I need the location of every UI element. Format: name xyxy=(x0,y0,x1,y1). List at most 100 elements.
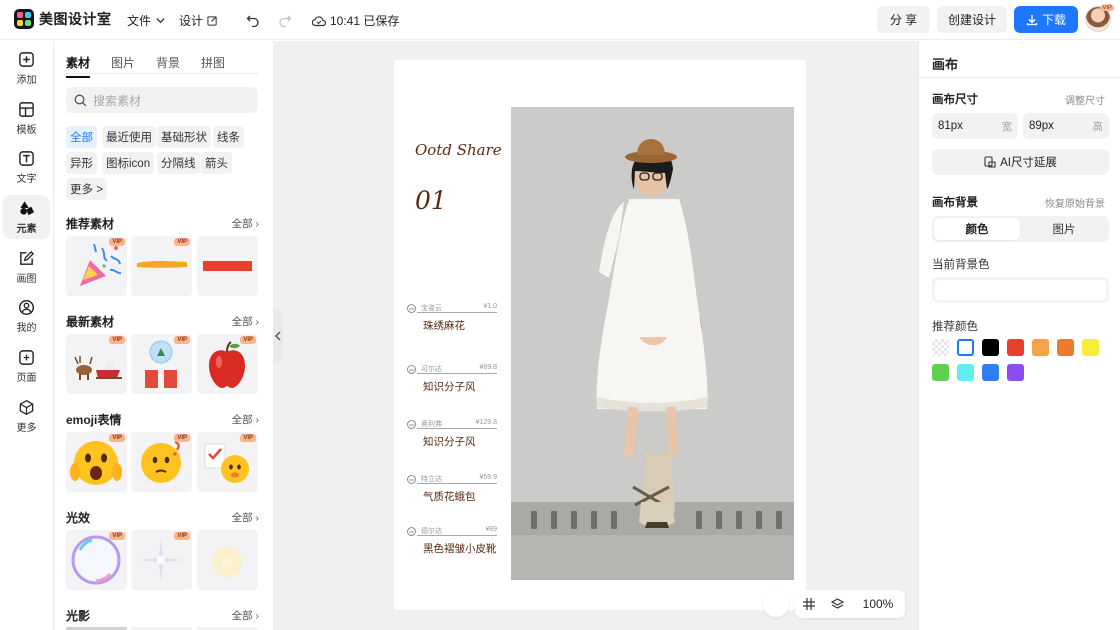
asset-thumb-sparkle[interactable]: VIP xyxy=(131,530,192,590)
section-header: 光影 全部 › xyxy=(66,607,259,624)
hanger-icon xyxy=(407,304,416,313)
item-underline xyxy=(417,312,497,313)
seg-color[interactable]: 颜色 xyxy=(934,218,1020,240)
adjust-size-link[interactable]: 调整尺寸 xyxy=(1065,92,1105,107)
text-icon xyxy=(18,150,35,167)
nav-item-mine[interactable]: 我的 xyxy=(3,294,50,338)
ootd-heading[interactable]: Ootd Share xyxy=(415,141,502,159)
asset-thumb-party-popper[interactable]: VIP xyxy=(66,236,127,296)
swatch-green[interactable] xyxy=(932,364,949,381)
asset-thumb-emoji-shocked[interactable]: VIP xyxy=(66,432,127,492)
collapse-panel-button[interactable] xyxy=(273,308,283,364)
swatch-transparent[interactable] xyxy=(932,339,949,356)
nav-item-add[interactable]: 添加 xyxy=(3,46,50,90)
create-design-label: 创建设计 xyxy=(948,11,996,28)
chip-more[interactable]: 更多 > xyxy=(66,178,107,200)
chip-lines[interactable]: 线条 xyxy=(213,126,244,148)
help-bubble[interactable] xyxy=(763,591,789,617)
swatch-white[interactable] xyxy=(957,339,974,356)
app-logo[interactable]: 美图设计室 xyxy=(14,9,112,29)
redo-button[interactable] xyxy=(276,11,294,29)
undo-icon xyxy=(246,13,260,27)
nav-label: 元素 xyxy=(17,220,37,235)
ai-extend-button[interactable]: AI尺寸延展 xyxy=(932,149,1109,175)
chip-basic-shapes[interactable]: 基础形状 xyxy=(157,126,211,148)
swatch-light-orange[interactable] xyxy=(1032,339,1049,356)
section-all-link[interactable]: 全部 › xyxy=(232,510,259,525)
vip-badge: VIP xyxy=(174,434,190,442)
swatch-blue[interactable] xyxy=(982,364,999,381)
tab-materials[interactable]: 素材 xyxy=(66,54,90,78)
logo-mark-icon xyxy=(14,9,34,29)
chip-recent[interactable]: 最近使用 xyxy=(102,126,156,148)
hanger-icon xyxy=(407,475,416,484)
ootd-number[interactable]: 01 xyxy=(415,186,447,215)
swatch-cyan[interactable] xyxy=(957,364,974,381)
chip-all[interactable]: 全部 xyxy=(66,126,97,148)
file-menu[interactable]: 文件 xyxy=(127,12,166,29)
item-price: ¥129.8 xyxy=(476,419,497,426)
chip-dividers[interactable]: 分隔线 xyxy=(157,152,200,174)
swatch-red[interactable] xyxy=(1007,339,1024,356)
section-header: 最新素材 全部 › xyxy=(66,313,259,330)
ai-resize-icon xyxy=(984,156,996,168)
section-all-link[interactable]: 全部 › xyxy=(232,314,259,329)
nav-item-template[interactable]: 模板 xyxy=(3,96,50,140)
download-button[interactable]: 下载 xyxy=(1014,6,1078,33)
swatch-yellow[interactable] xyxy=(1082,339,1099,356)
tab-images[interactable]: 图片 xyxy=(111,54,135,78)
ai-extend-label: AI尺寸延展 xyxy=(1000,154,1057,170)
height-field[interactable]: 89px 高 xyxy=(1023,113,1109,139)
asset-thumb-bubble[interactable]: VIP xyxy=(66,530,127,590)
asset-thumb-emoji-check[interactable]: VIP xyxy=(197,432,258,492)
chip-irregular[interactable]: 异形 xyxy=(66,152,97,174)
chip-icons[interactable]: 图标icon xyxy=(102,152,154,174)
item-underline xyxy=(417,428,497,429)
asset-thumb-brush-stroke[interactable]: VIP xyxy=(131,236,192,296)
page-add-icon xyxy=(18,349,35,366)
create-design-button[interactable]: 创建设计 xyxy=(937,6,1007,33)
undo-button[interactable] xyxy=(244,11,262,29)
asset-thumb-sleigh[interactable]: VIP xyxy=(66,334,127,394)
zoom-level[interactable]: 100% xyxy=(851,597,905,611)
width-field[interactable]: 81px 宽 xyxy=(932,113,1018,139)
item-price: ¥89 xyxy=(485,526,497,533)
swatch-black[interactable] xyxy=(982,339,999,356)
asset-thumb-glow[interactable] xyxy=(197,530,258,590)
fashion-photo[interactable] xyxy=(511,107,794,580)
chip-arrows[interactable]: 箭头 xyxy=(201,152,232,174)
tab-backgrounds[interactable]: 背景 xyxy=(156,54,180,78)
grid-toggle[interactable] xyxy=(795,598,823,610)
asset-thumb-snow-globe-gift[interactable]: VIP xyxy=(131,334,192,394)
asset-thumb-apple[interactable]: VIP xyxy=(197,334,258,394)
asset-thumb-red-bar[interactable] xyxy=(197,236,258,296)
woman-in-white-dress-photo xyxy=(511,107,794,580)
swatch-orange[interactable] xyxy=(1057,339,1074,356)
layers-button[interactable] xyxy=(823,598,851,611)
section-title: 最新素材 xyxy=(66,313,114,330)
nav-label: 页面 xyxy=(17,369,37,384)
search-input[interactable]: 搜索素材 xyxy=(66,87,258,113)
nav-item-elements[interactable]: 元素 xyxy=(3,195,50,239)
hanger-icon xyxy=(407,365,416,374)
nav-item-more[interactable]: 更多 xyxy=(3,394,50,438)
swatch-purple[interactable] xyxy=(1007,364,1024,381)
nav-item-text[interactable]: 文字 xyxy=(3,145,50,189)
section-all-link[interactable]: 全部 › xyxy=(232,412,259,427)
avatar[interactable]: VIP xyxy=(1085,6,1111,32)
share-button[interactable]: 分 享 xyxy=(877,6,930,33)
tab-collage[interactable]: 拼图 xyxy=(201,54,225,78)
section-all-link[interactable]: 全部 › xyxy=(232,608,259,623)
asset-thumb-emoji-thinking[interactable]: VIP xyxy=(131,432,192,492)
section-all-link[interactable]: 全部 › xyxy=(232,216,259,231)
seg-image[interactable]: 图片 xyxy=(1021,218,1107,240)
restore-bg-link[interactable]: 恢复原始背景 xyxy=(1045,195,1105,210)
nav-item-page[interactable]: 页面 xyxy=(3,344,50,388)
download-label: 下载 xyxy=(1042,11,1066,28)
section-all-label: 全部 xyxy=(232,512,253,524)
item-label: 黑色褶皱小皮靴 xyxy=(423,541,497,556)
current-bg-swatch[interactable] xyxy=(932,277,1109,303)
nav-item-draw[interactable]: 画图 xyxy=(3,245,50,289)
user-icon xyxy=(18,299,35,316)
design-menu[interactable]: 设计 xyxy=(179,12,218,29)
